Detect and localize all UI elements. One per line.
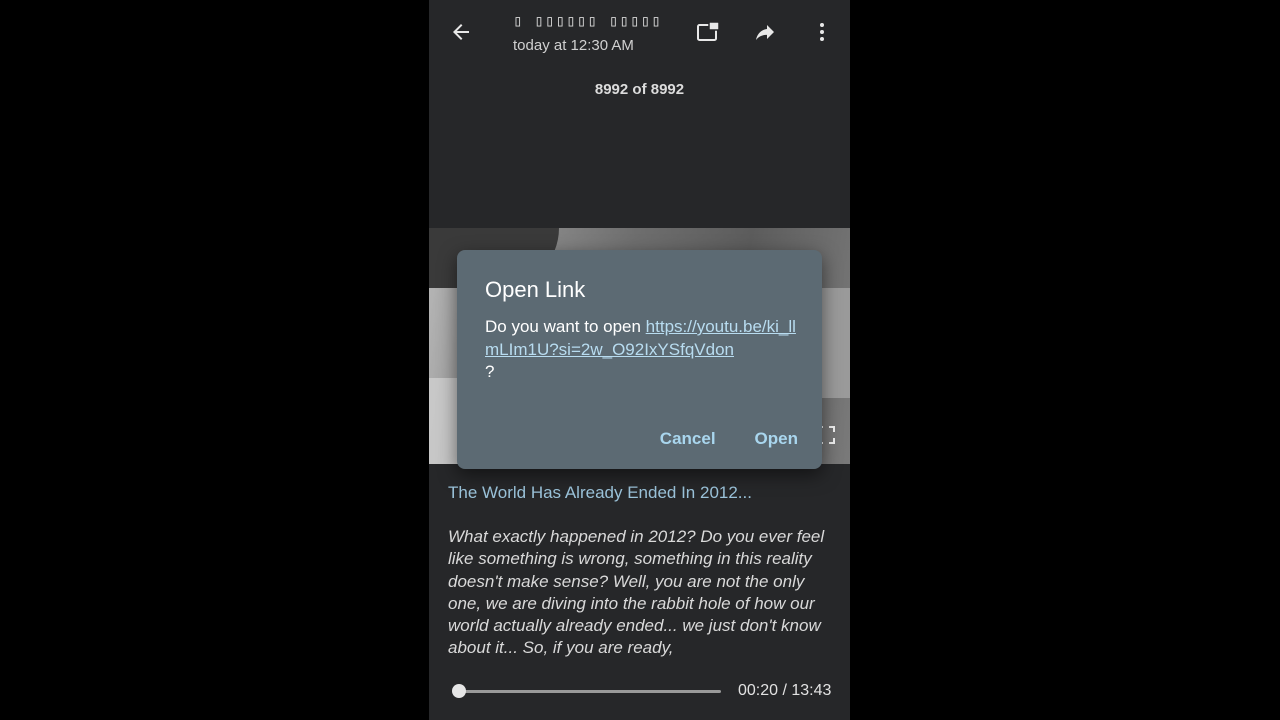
phone-screen: ▯ ▯▯▯▯▯▯ ▯▯▯▯▯ ▯▯ today at 12:30 AM 8992… bbox=[429, 0, 850, 720]
dialog-prompt: Do you want to open bbox=[485, 317, 646, 336]
dialog-message: Do you want to open https://youtu.be/ki_… bbox=[485, 316, 803, 384]
open-button[interactable]: Open bbox=[755, 427, 798, 451]
dialog-title: Open Link bbox=[485, 277, 586, 302]
open-link-dialog: Open Link Do you want to open https://yo… bbox=[457, 250, 822, 469]
dialog-actions: Cancel Open bbox=[660, 427, 798, 451]
dialog-question-mark: ? bbox=[485, 362, 495, 381]
cancel-button[interactable]: Cancel bbox=[660, 427, 716, 451]
